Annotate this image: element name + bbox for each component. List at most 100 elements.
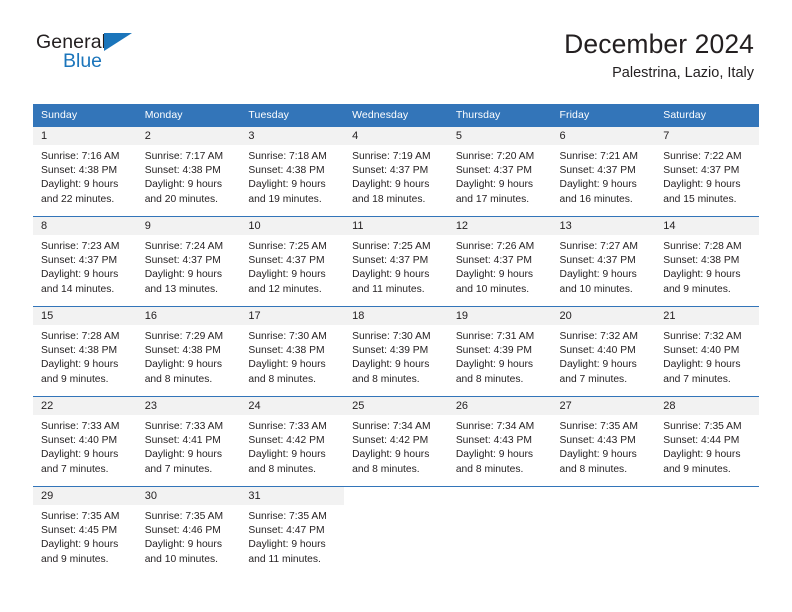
day-details: Sunrise: 7:35 AM Sunset: 4:44 PM Daylight:…: [655, 415, 759, 477]
calendar-day-cell[interactable]: 2 Sunrise: 7:17 AM Sunset: 4:38 PM Daylight…: [136, 126, 241, 217]
day-daylight-text: Daylight: 9 hours: [352, 269, 430, 281]
day-daylight-text: Daylight: 9 hours: [144, 449, 222, 461]
calendar-day-cell[interactable]: 22 Sunrise: 7:33 AM Sunset: 4:40 PM Dayligh…: [33, 396, 137, 487]
day-sunrise-text: Sunrise: 7:32 AM: [559, 331, 638, 342]
calendar-day-cell[interactable]: 10 Sunrise: 7:25 AM Sunset: 4:37 PM Dayligh…: [240, 216, 345, 307]
day-sunrise-text: Sunrise: 7:35 AM: [248, 511, 327, 522]
generalblue-logo[interactable]: General Blue: [36, 28, 156, 74]
calendar-day-cell[interactable]: 17 Sunrise: 7:30 AM Sunset: 4:38 PM Dayligh…: [240, 306, 345, 397]
calendar-day-cell[interactable]: 30 Sunrise: 7:35 AM Sunset: 4:46 PM Dayligh…: [136, 486, 241, 577]
calendar-day-cell[interactable]: 26 Sunrise: 7:34 AM Sunset: 4:43 PM Dayligh…: [447, 396, 552, 487]
day-sunrise-text: Sunrise: 7:25 AM: [352, 241, 431, 252]
calendar-day-cell[interactable]: 3 Sunrise: 7:18 AM Sunset: 4:38 PM Daylight…: [240, 126, 345, 217]
day-number: 9: [136, 217, 241, 235]
day-sunrise-text: Sunrise: 7:19 AM: [352, 151, 431, 162]
calendar-page: General Blue December 2024 Palestrina, L…: [0, 0, 792, 612]
day-details: Sunrise: 7:31 AM Sunset: 4:39 PM Daylight:…: [448, 325, 552, 387]
day-daylight-text: Daylight: 9 hours: [455, 269, 534, 281]
calendar-day-cell[interactable]: 14 Sunrise: 7:28 AM Sunset: 4:38 PM Dayligh…: [655, 216, 759, 307]
weekday-header-saturday: Saturday: [655, 104, 759, 127]
calendar-day-cell[interactable]: 31 Sunrise: 7:35 AM Sunset: 4:47 PM Dayligh…: [240, 486, 345, 577]
day-sunrise-text: Sunrise: 7:33 AM: [248, 421, 327, 432]
day-sunset-text: Sunset: 4:43 PM: [559, 435, 636, 447]
day-sunrise-text: Sunrise: 7:34 AM: [455, 421, 535, 432]
calendar-day-cell[interactable]: 20 Sunrise: 7:32 AM Sunset: 4:40 PM Dayligh…: [551, 306, 656, 397]
day-sunset-text: Sunset: 4:39 PM: [455, 345, 532, 357]
calendar-day-cell[interactable]: 5 Sunrise: 7:20 AM Sunset: 4:37 PM Daylight…: [447, 126, 552, 217]
day-details: Sunrise: 7:19 AM Sunset: 4:37 PM Daylight:…: [344, 145, 448, 207]
day-sunset-text: Sunset: 4:37 PM: [663, 165, 740, 177]
day-sunset-text: Sunset: 4:44 PM: [663, 435, 740, 447]
day-details: Sunrise: 7:24 AM Sunset: 4:37 PM Daylight:…: [137, 235, 241, 297]
day-daylight-text: Daylight: 9 hours: [559, 359, 637, 371]
day-sunrise-text: Sunrise: 7:30 AM: [352, 331, 431, 342]
calendar-empty-cell: [447, 486, 552, 577]
day-sunset-text: Sunset: 4:42 PM: [352, 435, 429, 447]
day-sunrise-text: Sunrise: 7:16 AM: [41, 151, 120, 162]
calendar-day-cell[interactable]: 11 Sunrise: 7:25 AM Sunset: 4:37 PM Dayligh…: [344, 216, 448, 307]
day-sunrise-text: Sunrise: 7:17 AM: [144, 151, 224, 162]
day-details: Sunrise: 7:22 AM Sunset: 4:37 PM Daylight:…: [655, 145, 759, 207]
calendar-day-cell[interactable]: 21 Sunrise: 7:32 AM Sunset: 4:40 PM Dayligh…: [655, 306, 759, 397]
calendar-day-cell[interactable]: 24 Sunrise: 7:33 AM Sunset: 4:42 PM Dayligh…: [240, 396, 345, 487]
day-sunrise-text: Sunrise: 7:34 AM: [352, 421, 431, 432]
calendar-day-cell[interactable]: 6 Sunrise: 7:21 AM Sunset: 4:37 PM Daylight…: [551, 126, 656, 217]
calendar-day-cell[interactable]: 1 Sunrise: 7:16 AM Sunset: 4:38 PM Daylight…: [33, 126, 137, 217]
day-number: 2: [136, 127, 241, 145]
day-daylight-text: Daylight: 9 hours: [144, 359, 222, 371]
logo-triangle-icon: [104, 33, 132, 51]
day-daylight-text: and 15 minutes.: [663, 193, 737, 205]
day-daylight-text: and 8 minutes.: [248, 463, 316, 475]
day-details: Sunrise: 7:32 AM Sunset: 4:40 PM Daylight:…: [655, 325, 759, 387]
day-number: 14: [655, 217, 759, 235]
day-number: 12: [447, 217, 552, 235]
day-number: 21: [655, 307, 759, 325]
calendar-day-cell[interactable]: 7 Sunrise: 7:22 AM Sunset: 4:37 PM Daylight…: [655, 126, 759, 217]
calendar-day-cell[interactable]: 15 Sunrise: 7:28 AM Sunset: 4:38 PM Dayligh…: [33, 306, 137, 397]
day-sunrise-text: Sunrise: 7:23 AM: [41, 241, 120, 252]
day-daylight-text: and 10 minutes.: [455, 283, 530, 295]
day-details: Sunrise: 7:23 AM Sunset: 4:37 PM Daylight:…: [33, 235, 137, 297]
day-daylight-text: and 11 minutes.: [352, 283, 425, 295]
day-details: Sunrise: 7:33 AM Sunset: 4:40 PM Daylight:…: [33, 415, 137, 477]
day-details: Sunrise: 7:18 AM Sunset: 4:38 PM Daylight:…: [240, 145, 344, 207]
calendar-day-cell[interactable]: 9 Sunrise: 7:24 AM Sunset: 4:37 PM Daylight…: [136, 216, 241, 307]
day-sunset-text: Sunset: 4:40 PM: [663, 345, 740, 357]
calendar-day-cell[interactable]: 28 Sunrise: 7:35 AM Sunset: 4:44 PM Dayligh…: [655, 396, 759, 487]
calendar-day-cell[interactable]: 13 Sunrise: 7:27 AM Sunset: 4:37 PM Dayligh…: [551, 216, 656, 307]
day-sunset-text: Sunset: 4:47 PM: [248, 525, 325, 537]
day-details: Sunrise: 7:29 AM Sunset: 4:38 PM Daylight:…: [137, 325, 241, 387]
calendar-day-cell[interactable]: 23 Sunrise: 7:33 AM Sunset: 4:41 PM Dayligh…: [136, 396, 241, 487]
day-sunset-text: Sunset: 4:38 PM: [144, 165, 221, 177]
day-daylight-text: Daylight: 9 hours: [248, 449, 326, 461]
day-details: Sunrise: 7:26 AM Sunset: 4:37 PM Daylight:…: [448, 235, 552, 297]
day-daylight-text: and 7 minutes.: [559, 373, 628, 385]
day-sunset-text: Sunset: 4:38 PM: [248, 165, 325, 177]
day-number: [448, 487, 552, 505]
weekday-header-wednesday: Wednesday: [344, 104, 448, 127]
day-details: Sunrise: 7:21 AM Sunset: 4:37 PM Daylight:…: [552, 145, 656, 207]
calendar-day-cell[interactable]: 27 Sunrise: 7:35 AM Sunset: 4:43 PM Dayligh…: [551, 396, 656, 487]
day-sunset-text: Sunset: 4:38 PM: [41, 345, 118, 357]
calendar-day-cell[interactable]: 25 Sunrise: 7:34 AM Sunset: 4:42 PM Dayligh…: [344, 396, 448, 487]
calendar-day-cell[interactable]: 12 Sunrise: 7:26 AM Sunset: 4:37 PM Dayligh…: [447, 216, 552, 307]
day-sunrise-text: Sunrise: 7:26 AM: [455, 241, 535, 252]
calendar-day-cell[interactable]: 8 Sunrise: 7:23 AM Sunset: 4:37 PM Daylight…: [33, 216, 137, 307]
calendar-day-cell[interactable]: 29 Sunrise: 7:35 AM Sunset: 4:45 PM Dayligh…: [33, 486, 137, 577]
calendar-empty-cell: [344, 486, 448, 577]
day-details: Sunrise: 7:17 AM Sunset: 4:38 PM Daylight:…: [137, 145, 241, 207]
day-daylight-text: Daylight: 9 hours: [41, 449, 119, 461]
weekday-header-monday: Monday: [136, 104, 241, 127]
day-number: 27: [551, 397, 656, 415]
day-daylight-text: Daylight: 9 hours: [455, 359, 534, 371]
day-sunrise-text: Sunrise: 7:18 AM: [248, 151, 327, 162]
calendar-day-cell[interactable]: 19 Sunrise: 7:31 AM Sunset: 4:39 PM Dayligh…: [447, 306, 552, 397]
day-number: 17: [240, 307, 345, 325]
day-daylight-text: and 13 minutes.: [144, 283, 218, 295]
day-daylight-text: Daylight: 9 hours: [41, 269, 119, 281]
day-sunrise-text: Sunrise: 7:31 AM: [455, 331, 535, 342]
calendar-day-cell[interactable]: 16 Sunrise: 7:29 AM Sunset: 4:38 PM Dayligh…: [136, 306, 241, 397]
calendar-day-cell[interactable]: 4 Sunrise: 7:19 AM Sunset: 4:37 PM Daylight…: [344, 126, 448, 217]
day-number: 10: [240, 217, 345, 235]
calendar-day-cell[interactable]: 18 Sunrise: 7:30 AM Sunset: 4:39 PM Dayligh…: [344, 306, 448, 397]
